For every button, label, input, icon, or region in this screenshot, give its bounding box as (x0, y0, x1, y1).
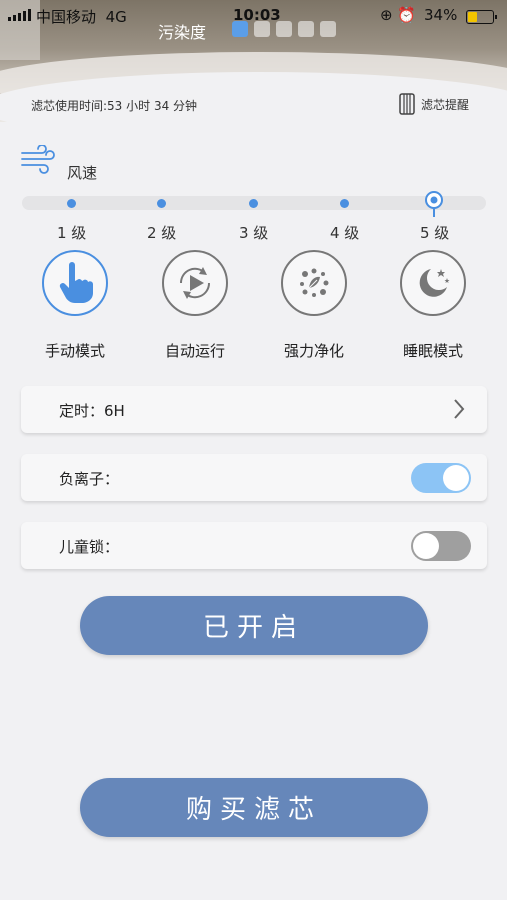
purify-icon (281, 250, 347, 316)
mode-sleep[interactable]: 睡眠模式 (388, 250, 478, 361)
filter-remind-button[interactable]: 滤芯提醒 (397, 92, 469, 116)
mode-purify-label: 强力净化 (283, 342, 344, 360)
battery-icon (466, 10, 497, 24)
filter-remind-label: 滤芯提醒 (421, 97, 470, 112)
chevron-right-icon (454, 399, 465, 419)
wind-speed-label: 风速 (67, 164, 98, 182)
anion-row: 负离子： (21, 454, 487, 501)
anion-label: 负离子： (59, 470, 120, 488)
wind-level-1-dot[interactable] (67, 199, 76, 208)
battery-percent: 34% (424, 6, 458, 24)
anion-toggle[interactable] (411, 463, 471, 493)
buy-filter-button[interactable]: 购买滤芯 (80, 778, 428, 837)
filter-icon (399, 93, 415, 115)
wind-level-label[interactable]: 1 级 (57, 222, 86, 243)
pollution-label: 污染度 (158, 23, 207, 42)
pollution-indicator (232, 21, 336, 37)
mode-manual[interactable]: 手动模式 (30, 250, 120, 361)
wind-icon (21, 145, 55, 174)
wind-level-label[interactable]: 2 级 (147, 222, 176, 243)
timer-row[interactable]: 定时：6H (21, 386, 487, 433)
mode-purify[interactable]: 强力净化 (269, 250, 359, 361)
carrier-label: 中国移动 4G (36, 8, 127, 26)
mode-auto[interactable]: 自动运行 (150, 250, 240, 361)
child-lock-row: 儿童锁： (21, 522, 487, 569)
wind-level-2-dot[interactable] (157, 199, 166, 208)
wind-level-3-dot[interactable] (249, 199, 258, 208)
wind-level-label[interactable]: 3 级 (239, 222, 268, 243)
wind-level-label[interactable]: 5 级 (420, 222, 449, 243)
wind-slider-handle[interactable] (423, 190, 445, 218)
signal-icon (8, 9, 31, 21)
power-button[interactable]: 已开启 (80, 596, 428, 655)
moon-icon (400, 250, 466, 316)
timer-label: 定时：6H (59, 402, 125, 420)
auto-play-icon (162, 250, 228, 316)
mode-auto-label: 自动运行 (164, 342, 225, 360)
mode-manual-label: 手动模式 (44, 342, 105, 360)
hand-pointer-icon (42, 250, 108, 316)
child-lock-toggle[interactable] (411, 531, 471, 561)
alarm-icon: ⊕ ⏰ (380, 6, 417, 24)
wind-level-4-dot[interactable] (340, 199, 349, 208)
filter-usage-time: 滤芯使用时间:53 小时 34 分钟 (31, 99, 198, 113)
mode-sleep-label: 睡眠模式 (402, 342, 463, 360)
child-lock-label: 儿童锁： (59, 538, 120, 556)
wind-level-label[interactable]: 4 级 (330, 222, 359, 243)
